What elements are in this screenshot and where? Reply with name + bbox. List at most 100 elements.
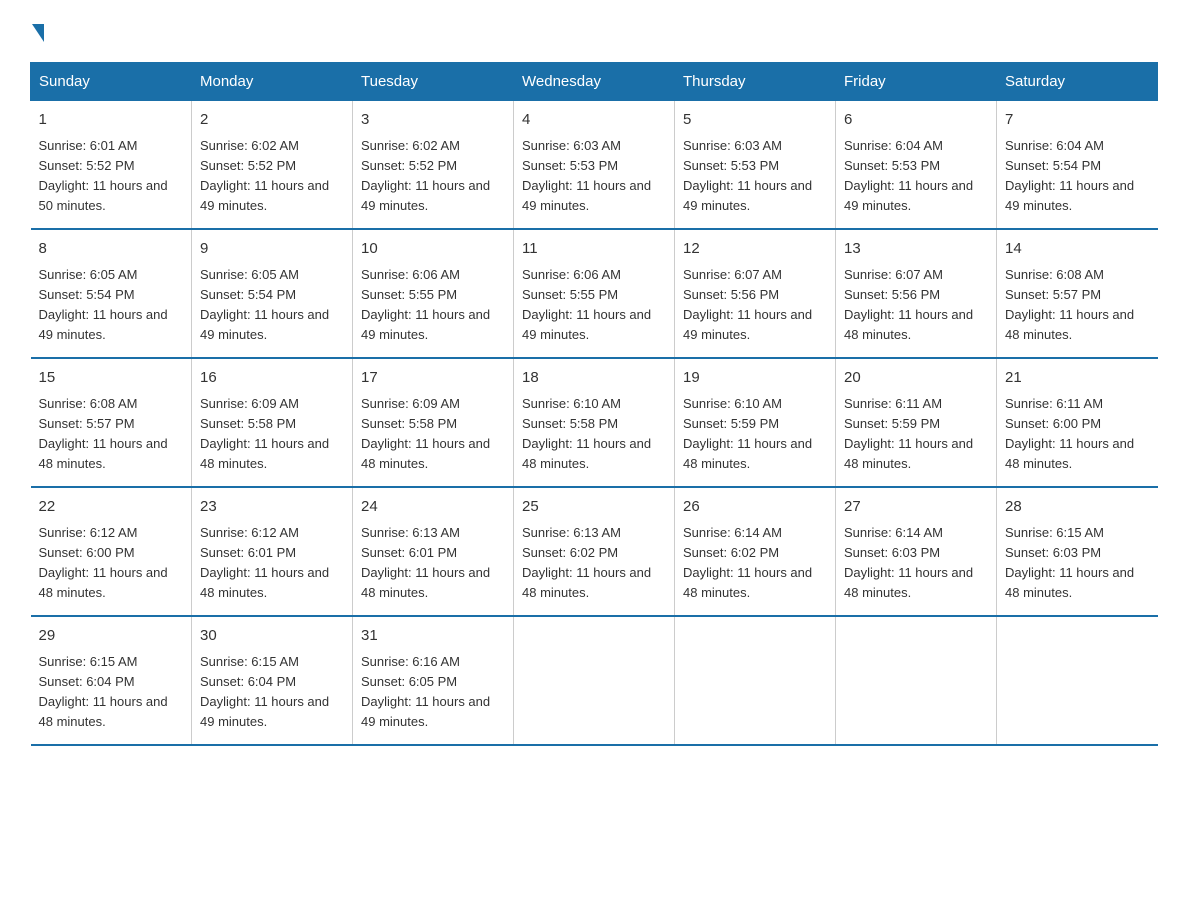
day-number: 16 (200, 367, 344, 390)
day-number: 31 (361, 625, 505, 648)
cell-content: Sunrise: 6:12 AM Sunset: 6:01 PM Dayligh… (200, 523, 344, 604)
day-number: 7 (1005, 109, 1150, 132)
day-number: 14 (1005, 238, 1150, 261)
col-wednesday: Wednesday (514, 63, 675, 101)
calendar-cell: 9 Sunrise: 6:05 AM Sunset: 5:54 PM Daylig… (192, 229, 353, 358)
calendar-cell: 8Sunrise: 6:05 AM Sunset: 5:54 PM Daylig… (31, 229, 192, 358)
calendar-week-row: 8Sunrise: 6:05 AM Sunset: 5:54 PM Daylig… (31, 229, 1158, 358)
calendar-cell: 30Sunrise: 6:15 AM Sunset: 6:04 PM Dayli… (192, 616, 353, 745)
day-number: 3 (361, 109, 505, 132)
day-number: 10 (361, 238, 505, 261)
day-number: 12 (683, 238, 827, 261)
cell-content: Sunrise: 6:12 AM Sunset: 6:00 PM Dayligh… (39, 523, 184, 604)
calendar-cell: 4 Sunrise: 6:03 AM Sunset: 5:53 PM Daylig… (514, 101, 675, 230)
calendar-cell: 18 Sunrise: 6:10 AM Sunset: 5:58 PM Dayli… (514, 358, 675, 487)
day-number: 6 (844, 109, 988, 132)
calendar-cell: 28 Sunrise: 6:15 AM Sunset: 6:03 PM Dayli… (997, 487, 1158, 616)
page-header (30, 20, 1158, 42)
calendar-cell: 2Sunrise: 6:02 AM Sunset: 5:52 PM Daylig… (192, 101, 353, 230)
cell-content: Sunrise: 6:11 AM Sunset: 5:59 PM Dayligh… (844, 394, 988, 475)
col-friday: Friday (836, 63, 997, 101)
calendar-cell: 26Sunrise: 6:14 AM Sunset: 6:02 PM Dayli… (675, 487, 836, 616)
logo-arrow-icon (32, 24, 44, 42)
calendar-cell (675, 616, 836, 745)
day-number: 20 (844, 367, 988, 390)
day-number: 28 (1005, 496, 1150, 519)
cell-content: Sunrise: 6:10 AM Sunset: 5:58 PM Dayligh… (522, 394, 666, 475)
col-sunday: Sunday (31, 63, 192, 101)
col-monday: Monday (192, 63, 353, 101)
day-number: 18 (522, 367, 666, 390)
day-number: 1 (39, 109, 184, 132)
day-number: 11 (522, 238, 666, 261)
calendar-week-row: 1 Sunrise: 6:01 AM Sunset: 5:52 PM Daylig… (31, 101, 1158, 230)
cell-content: Sunrise: 6:05 AM Sunset: 5:54 PM Dayligh… (39, 265, 184, 346)
cell-content: Sunrise: 6:10 AM Sunset: 5:59 PM Dayligh… (683, 394, 827, 475)
col-tuesday: Tuesday (353, 63, 514, 101)
calendar-cell: 21 Sunrise: 6:11 AM Sunset: 6:00 PM Dayli… (997, 358, 1158, 487)
logo (30, 20, 44, 42)
day-number: 19 (683, 367, 827, 390)
day-number: 29 (39, 625, 184, 648)
day-number: 13 (844, 238, 988, 261)
cell-content: Sunrise: 6:07 AM Sunset: 5:56 PM Dayligh… (844, 265, 988, 346)
cell-content: Sunrise: 6:02 AM Sunset: 5:52 PM Dayligh… (200, 136, 344, 217)
cell-content: Sunrise: 6:03 AM Sunset: 5:53 PM Dayligh… (522, 136, 666, 217)
calendar-week-row: 22 Sunrise: 6:12 AM Sunset: 6:00 PM Dayli… (31, 487, 1158, 616)
day-number: 25 (522, 496, 666, 519)
cell-content: Sunrise: 6:08 AM Sunset: 5:57 PM Dayligh… (1005, 265, 1150, 346)
cell-content: Sunrise: 6:15 AM Sunset: 6:04 PM Dayligh… (39, 652, 184, 733)
cell-content: Sunrise: 6:08 AM Sunset: 5:57 PM Dayligh… (39, 394, 184, 475)
day-number: 17 (361, 367, 505, 390)
col-saturday: Saturday (997, 63, 1158, 101)
cell-content: Sunrise: 6:03 AM Sunset: 5:53 PM Dayligh… (683, 136, 827, 217)
calendar-cell: 25 Sunrise: 6:13 AM Sunset: 6:02 PM Dayli… (514, 487, 675, 616)
calendar-week-row: 29 Sunrise: 6:15 AM Sunset: 6:04 PM Dayli… (31, 616, 1158, 745)
day-number: 9 (200, 238, 344, 261)
day-number: 27 (844, 496, 988, 519)
cell-content: Sunrise: 6:16 AM Sunset: 6:05 PM Dayligh… (361, 652, 505, 733)
day-number: 30 (200, 625, 344, 648)
calendar-cell (514, 616, 675, 745)
calendar-cell: 6 Sunrise: 6:04 AM Sunset: 5:53 PM Daylig… (836, 101, 997, 230)
calendar-cell: 20 Sunrise: 6:11 AM Sunset: 5:59 PM Dayli… (836, 358, 997, 487)
cell-content: Sunrise: 6:11 AM Sunset: 6:00 PM Dayligh… (1005, 394, 1150, 475)
cell-content: Sunrise: 6:01 AM Sunset: 5:52 PM Dayligh… (39, 136, 184, 217)
cell-content: Sunrise: 6:14 AM Sunset: 6:03 PM Dayligh… (844, 523, 988, 604)
calendar-cell: 14 Sunrise: 6:08 AM Sunset: 5:57 PM Dayli… (997, 229, 1158, 358)
cell-content: Sunrise: 6:09 AM Sunset: 5:58 PM Dayligh… (200, 394, 344, 475)
calendar-cell: 1 Sunrise: 6:01 AM Sunset: 5:52 PM Daylig… (31, 101, 192, 230)
cell-content: Sunrise: 6:04 AM Sunset: 5:53 PM Dayligh… (844, 136, 988, 217)
day-number: 26 (683, 496, 827, 519)
day-number: 5 (683, 109, 827, 132)
day-number: 22 (39, 496, 184, 519)
cell-content: Sunrise: 6:06 AM Sunset: 5:55 PM Dayligh… (522, 265, 666, 346)
cell-content: Sunrise: 6:13 AM Sunset: 6:02 PM Dayligh… (522, 523, 666, 604)
calendar-cell: 17 Sunrise: 6:09 AM Sunset: 5:58 PM Dayli… (353, 358, 514, 487)
calendar-cell: 16 Sunrise: 6:09 AM Sunset: 5:58 PM Dayli… (192, 358, 353, 487)
calendar-cell: 31 Sunrise: 6:16 AM Sunset: 6:05 PM Dayli… (353, 616, 514, 745)
day-number: 23 (200, 496, 344, 519)
cell-content: Sunrise: 6:13 AM Sunset: 6:01 PM Dayligh… (361, 523, 505, 604)
day-number: 21 (1005, 367, 1150, 390)
cell-content: Sunrise: 6:15 AM Sunset: 6:03 PM Dayligh… (1005, 523, 1150, 604)
calendar-cell: 10 Sunrise: 6:06 AM Sunset: 5:55 PM Dayli… (353, 229, 514, 358)
calendar-cell: 24Sunrise: 6:13 AM Sunset: 6:01 PM Dayli… (353, 487, 514, 616)
calendar-cell: 15 Sunrise: 6:08 AM Sunset: 5:57 PM Dayli… (31, 358, 192, 487)
calendar-cell: 12 Sunrise: 6:07 AM Sunset: 5:56 PM Dayli… (675, 229, 836, 358)
calendar-cell: 23 Sunrise: 6:12 AM Sunset: 6:01 PM Dayli… (192, 487, 353, 616)
day-number: 15 (39, 367, 184, 390)
cell-content: Sunrise: 6:07 AM Sunset: 5:56 PM Dayligh… (683, 265, 827, 346)
cell-content: Sunrise: 6:05 AM Sunset: 5:54 PM Dayligh… (200, 265, 344, 346)
cell-content: Sunrise: 6:06 AM Sunset: 5:55 PM Dayligh… (361, 265, 505, 346)
cell-content: Sunrise: 6:09 AM Sunset: 5:58 PM Dayligh… (361, 394, 505, 475)
calendar-header-row: Sunday Monday Tuesday Wednesday Thursday… (31, 63, 1158, 101)
calendar-cell: 3Sunrise: 6:02 AM Sunset: 5:52 PM Daylig… (353, 101, 514, 230)
calendar-cell: 7Sunrise: 6:04 AM Sunset: 5:54 PM Daylig… (997, 101, 1158, 230)
calendar-table: Sunday Monday Tuesday Wednesday Thursday… (30, 62, 1158, 746)
calendar-cell (836, 616, 997, 745)
calendar-cell (997, 616, 1158, 745)
col-thursday: Thursday (675, 63, 836, 101)
day-number: 4 (522, 109, 666, 132)
calendar-cell: 5 Sunrise: 6:03 AM Sunset: 5:53 PM Daylig… (675, 101, 836, 230)
